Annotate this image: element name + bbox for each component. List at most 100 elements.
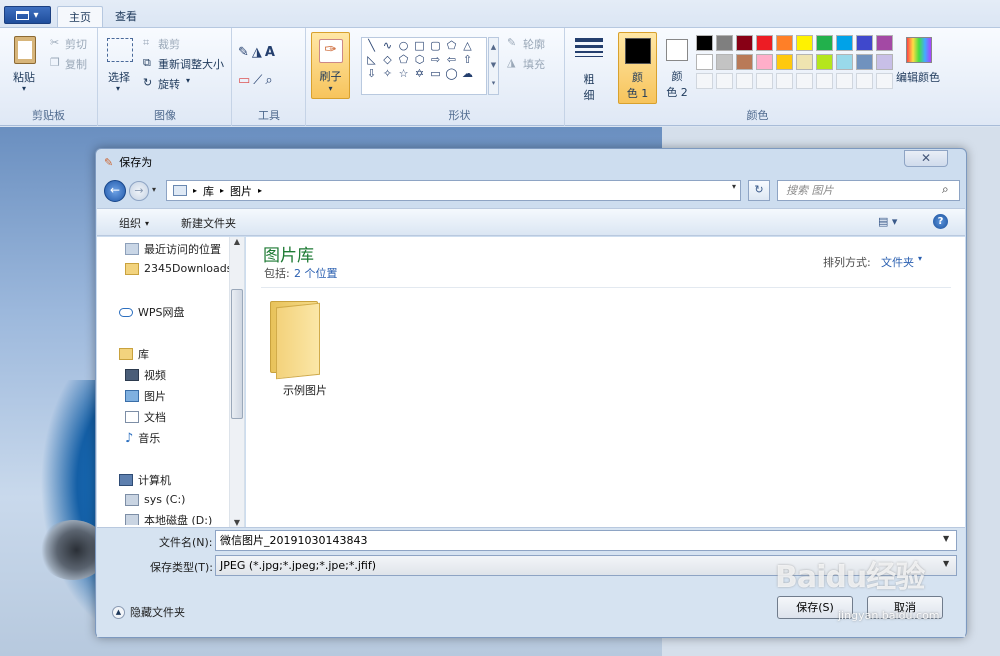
paste-dropdown-icon[interactable]: ▾ <box>22 84 26 93</box>
custom-color-slot[interactable] <box>796 73 813 89</box>
palette-swatch[interactable] <box>756 35 773 51</box>
custom-color-slot[interactable] <box>816 73 833 89</box>
custom-color-slot[interactable] <box>776 73 793 89</box>
rounded-rect-shape-icon[interactable]: ▢ <box>429 40 442 52</box>
select-dropdown-icon[interactable]: ▾ <box>116 84 120 93</box>
palette-swatch[interactable] <box>736 54 753 70</box>
custom-color-slot[interactable] <box>756 73 773 89</box>
palette-swatch[interactable] <box>776 35 793 51</box>
fill-button[interactable]: 填充 <box>523 56 545 72</box>
custom-color-slot[interactable] <box>736 73 753 89</box>
rotate-dropdown-icon[interactable]: ▾ <box>186 76 190 85</box>
palette-swatch[interactable] <box>856 35 873 51</box>
rotate-button[interactable]: 旋转 <box>158 76 180 92</box>
five-point-star-icon[interactable]: ☆ <box>397 68 410 80</box>
palette-swatch[interactable] <box>796 35 813 51</box>
shapes-gallery[interactable]: ╲ ∿ ○ □ ▢ ⬠ △ ◺ ◇ ⬠ ⬡ ⇨ ⇦ ⇧ ⇩ ✧ ☆ ✡ ▭ ◯ <box>361 37 487 95</box>
scroll-thumb[interactable] <box>231 289 243 419</box>
nav-recent-places[interactable]: 最近访问的位置 <box>125 241 221 257</box>
nav-pictures[interactable]: 图片 <box>125 388 166 404</box>
cut-button[interactable]: 剪切 <box>65 36 87 52</box>
nav-downloads[interactable]: 2345Downloads <box>125 262 232 275</box>
organize-button[interactable]: 组织 ▾ <box>119 215 149 231</box>
nav-library[interactable]: 库 <box>119 346 149 362</box>
palette-swatch[interactable] <box>736 35 753 51</box>
shapes-scroll[interactable]: ▲ ▼ ▾ <box>488 37 499 95</box>
nav-drive-d[interactable]: 本地磁盘 (D:) <box>125 514 212 525</box>
nav-documents[interactable]: 文档 <box>125 409 166 425</box>
palette-swatch[interactable] <box>696 35 713 51</box>
curve-shape-icon[interactable]: ∿ <box>381 40 394 52</box>
rect-callout-icon[interactable]: ▭ <box>429 68 442 80</box>
triangle-shape-icon[interactable]: △ <box>461 40 474 52</box>
refresh-button[interactable]: ↻ <box>748 180 770 201</box>
polygon-shape-icon[interactable]: ⬠ <box>445 40 458 52</box>
palette-swatch[interactable] <box>756 54 773 70</box>
palette-swatch[interactable] <box>816 54 833 70</box>
scroll-down-icon[interactable]: ▼ <box>230 518 244 527</box>
crop-button[interactable]: 裁剪 <box>158 36 180 52</box>
nav-music[interactable]: ♪ 音乐 <box>125 430 160 446</box>
library-locations-link[interactable]: 2 个位置 <box>294 265 338 281</box>
back-button[interactable]: ← <box>104 180 126 202</box>
text-tool-icon[interactable]: A <box>265 45 275 60</box>
search-input[interactable]: 搜索 图片 <box>777 180 960 201</box>
palette-swatch[interactable] <box>876 54 893 70</box>
address-dropdown-icon[interactable]: ▾ <box>732 182 736 191</box>
palette-swatch[interactable] <box>876 35 893 51</box>
left-arrow-shape-icon[interactable]: ⇦ <box>445 54 458 66</box>
oval-shape-icon[interactable]: ○ <box>397 40 410 52</box>
pencil-icon[interactable]: ✎ <box>238 45 249 60</box>
arrange-by-dropdown[interactable]: 文件夹 ▾ <box>881 254 922 270</box>
fill-bucket-icon[interactable]: ◮ <box>252 45 262 60</box>
filetype-dropdown-icon[interactable]: ▼ <box>943 559 949 568</box>
dialog-close-button[interactable]: ✕ <box>904 150 948 167</box>
custom-color-slot[interactable] <box>696 73 713 89</box>
pentagon-shape-icon[interactable]: ⬠ <box>397 54 410 66</box>
app-menu-button[interactable]: ▾ <box>4 6 51 24</box>
six-point-star-icon[interactable]: ✡ <box>413 68 426 80</box>
scroll-up-icon[interactable]: ▲ <box>230 237 244 251</box>
breadcrumb-pictures[interactable]: 图片 <box>230 183 252 199</box>
palette-swatch[interactable] <box>776 54 793 70</box>
tab-home[interactable]: 主页 <box>57 6 103 28</box>
nav-scrollbar[interactable]: ▲ ▼ <box>229 237 244 527</box>
cloud-callout-icon[interactable]: ☁ <box>461 68 474 80</box>
palette-swatch[interactable] <box>716 35 733 51</box>
nav-computer[interactable]: 计算机 <box>119 472 171 488</box>
diamond-shape-icon[interactable]: ◇ <box>381 54 394 66</box>
tab-view[interactable]: 查看 <box>104 6 148 28</box>
paste-button[interactable]: 粘贴 <box>13 69 35 85</box>
palette-swatch[interactable] <box>816 35 833 51</box>
custom-color-slot[interactable] <box>876 73 893 89</box>
hide-folders-toggle[interactable]: ▲ 隐藏文件夹 <box>112 604 185 620</box>
new-folder-button[interactable]: 新建文件夹 <box>181 215 236 231</box>
filename-input[interactable]: 微信图片_20191030143843 <box>215 530 957 551</box>
palette-swatch[interactable] <box>856 54 873 70</box>
nav-videos[interactable]: 视频 <box>125 367 166 383</box>
magnifier-icon[interactable]: ⌕ <box>265 73 272 88</box>
eraser-icon[interactable]: ▭ <box>238 73 250 88</box>
right-triangle-shape-icon[interactable]: ◺ <box>365 54 378 66</box>
custom-color-slot[interactable] <box>836 73 853 89</box>
four-point-star-icon[interactable]: ✧ <box>381 68 394 80</box>
edit-colors-button[interactable]: 编辑颜色 <box>896 69 940 85</box>
outline-button[interactable]: 轮廓 <box>523 36 545 52</box>
folder-item[interactable]: 示例图片 <box>268 295 348 397</box>
help-icon[interactable]: ? <box>933 214 948 229</box>
nav-wps-cloud[interactable]: WPS网盘 <box>119 304 185 320</box>
filename-dropdown-icon[interactable]: ▼ <box>943 534 949 543</box>
custom-color-slot[interactable] <box>856 73 873 89</box>
palette-swatch[interactable] <box>836 54 853 70</box>
resize-button[interactable]: 重新调整大小 <box>158 56 224 72</box>
line-shape-icon[interactable]: ╲ <box>365 40 378 52</box>
select-button[interactable]: 选择 <box>108 69 130 85</box>
palette-swatch[interactable] <box>836 35 853 51</box>
nav-drive-c[interactable]: sys (C:) <box>125 493 185 506</box>
up-arrow-shape-icon[interactable]: ⇧ <box>461 54 474 66</box>
custom-color-slot[interactable] <box>716 73 733 89</box>
palette-swatch[interactable] <box>716 54 733 70</box>
palette-swatch[interactable] <box>696 54 713 70</box>
oval-callout-icon[interactable]: ◯ <box>445 68 458 80</box>
forward-button[interactable]: → <box>129 181 149 201</box>
